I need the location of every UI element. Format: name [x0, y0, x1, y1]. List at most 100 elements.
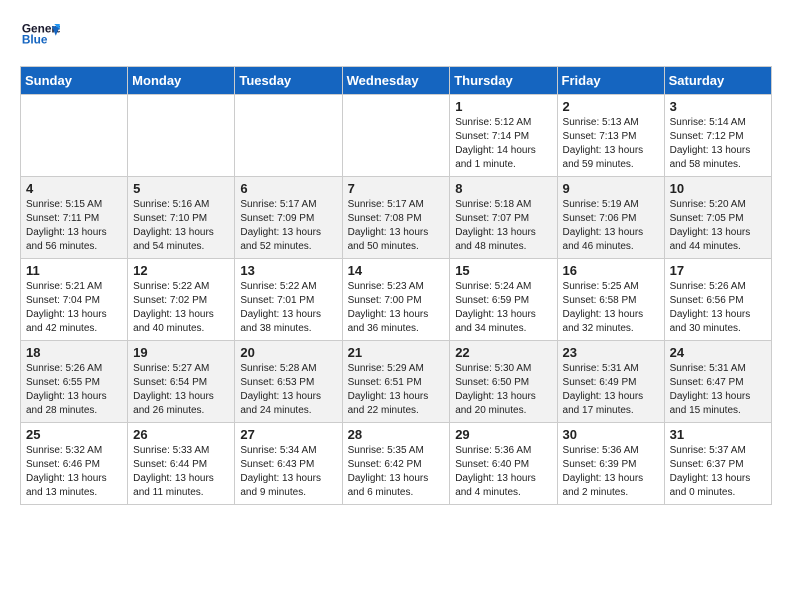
day-number: 23 — [563, 345, 659, 360]
day-detail: Sunrise: 5:28 AM Sunset: 6:53 PM Dayligh… — [240, 362, 336, 418]
day-detail: Sunrise: 5:26 AM Sunset: 6:55 PM Dayligh… — [26, 362, 122, 418]
day-cell: 28 Sunrise: 5:35 AM Sunset: 6:42 PM Dayli… — [342, 423, 450, 505]
day-detail: Sunrise: 5:32 AM Sunset: 6:46 PM Dayligh… — [26, 444, 122, 500]
day-detail: Sunrise: 5:17 AM Sunset: 7:08 PM Dayligh… — [348, 198, 445, 254]
day-cell: 14 Sunrise: 5:23 AM Sunset: 7:00 PM Dayli… — [342, 259, 450, 341]
day-number: 2 — [563, 99, 659, 114]
day-number: 15 — [455, 263, 551, 278]
day-detail: Sunrise: 5:31 AM Sunset: 6:49 PM Dayligh… — [563, 362, 659, 418]
header-saturday: Saturday — [664, 67, 771, 95]
week-row-2: 11 Sunrise: 5:21 AM Sunset: 7:04 PM Dayli… — [21, 259, 772, 341]
day-number: 3 — [670, 99, 766, 114]
day-cell: 5 Sunrise: 5:16 AM Sunset: 7:10 PM Daylig… — [128, 177, 235, 259]
day-number: 16 — [563, 263, 659, 278]
day-detail: Sunrise: 5:30 AM Sunset: 6:50 PM Dayligh… — [455, 362, 551, 418]
day-cell: 31Sunrise: 5:37 AM Sunset: 6:37 PM Dayli… — [664, 423, 771, 505]
header-monday: Monday — [128, 67, 235, 95]
day-detail: Sunrise: 5:13 AM Sunset: 7:13 PM Dayligh… — [563, 116, 659, 172]
logo-icon: General Blue — [20, 20, 60, 50]
day-number: 26 — [133, 427, 229, 442]
day-detail: Sunrise: 5:16 AM Sunset: 7:10 PM Dayligh… — [133, 198, 229, 254]
header-sunday: Sunday — [21, 67, 128, 95]
header-wednesday: Wednesday — [342, 67, 450, 95]
day-cell — [128, 95, 235, 177]
day-number: 28 — [348, 427, 445, 442]
day-number: 22 — [455, 345, 551, 360]
day-detail: Sunrise: 5:24 AM Sunset: 6:59 PM Dayligh… — [455, 280, 551, 336]
day-cell — [21, 95, 128, 177]
day-number: 5 — [133, 181, 229, 196]
day-cell: 15 Sunrise: 5:24 AM Sunset: 6:59 PM Dayli… — [450, 259, 557, 341]
day-number: 7 — [348, 181, 445, 196]
day-detail: Sunrise: 5:36 AM Sunset: 6:40 PM Dayligh… — [455, 444, 551, 500]
day-number: 9 — [563, 181, 659, 196]
day-detail: Sunrise: 5:22 AM Sunset: 7:02 PM Dayligh… — [133, 280, 229, 336]
day-cell: 16 Sunrise: 5:25 AM Sunset: 6:58 PM Dayli… — [557, 259, 664, 341]
day-detail: Sunrise: 5:19 AM Sunset: 7:06 PM Dayligh… — [563, 198, 659, 254]
day-number: 31 — [670, 427, 766, 442]
week-row-3: 18Sunrise: 5:26 AM Sunset: 6:55 PM Dayli… — [21, 341, 772, 423]
day-number: 8 — [455, 181, 551, 196]
day-cell: 26 Sunrise: 5:33 AM Sunset: 6:44 PM Dayli… — [128, 423, 235, 505]
day-detail: Sunrise: 5:20 AM Sunset: 7:05 PM Dayligh… — [670, 198, 766, 254]
day-number: 14 — [348, 263, 445, 278]
day-cell: 3 Sunrise: 5:14 AM Sunset: 7:12 PM Daylig… — [664, 95, 771, 177]
day-detail: Sunrise: 5:15 AM Sunset: 7:11 PM Dayligh… — [26, 198, 122, 254]
week-row-1: 4 Sunrise: 5:15 AM Sunset: 7:11 PM Daylig… — [21, 177, 772, 259]
day-cell: 21Sunrise: 5:29 AM Sunset: 6:51 PM Dayli… — [342, 341, 450, 423]
day-cell: 25 Sunrise: 5:32 AM Sunset: 6:46 PM Dayli… — [21, 423, 128, 505]
day-number: 6 — [240, 181, 336, 196]
day-number: 30 — [563, 427, 659, 442]
day-number: 1 — [455, 99, 551, 114]
day-cell: 13Sunrise: 5:22 AM Sunset: 7:01 PM Dayli… — [235, 259, 342, 341]
day-detail: Sunrise: 5:23 AM Sunset: 7:00 PM Dayligh… — [348, 280, 445, 336]
day-cell: 2 Sunrise: 5:13 AM Sunset: 7:13 PM Daylig… — [557, 95, 664, 177]
day-number: 29 — [455, 427, 551, 442]
day-cell: 6 Sunrise: 5:17 AM Sunset: 7:09 PM Daylig… — [235, 177, 342, 259]
day-cell: 17 Sunrise: 5:26 AM Sunset: 6:56 PM Dayli… — [664, 259, 771, 341]
header-row: SundayMondayTuesdayWednesdayThursdayFrid… — [21, 67, 772, 95]
day-cell: 20Sunrise: 5:28 AM Sunset: 6:53 PM Dayli… — [235, 341, 342, 423]
day-cell: 11 Sunrise: 5:21 AM Sunset: 7:04 PM Dayli… — [21, 259, 128, 341]
day-detail: Sunrise: 5:27 AM Sunset: 6:54 PM Dayligh… — [133, 362, 229, 418]
day-detail: Sunrise: 5:21 AM Sunset: 7:04 PM Dayligh… — [26, 280, 122, 336]
header-thursday: Thursday — [450, 67, 557, 95]
day-cell: 30 Sunrise: 5:36 AM Sunset: 6:39 PM Dayli… — [557, 423, 664, 505]
day-cell: 24Sunrise: 5:31 AM Sunset: 6:47 PM Dayli… — [664, 341, 771, 423]
day-detail: Sunrise: 5:29 AM Sunset: 6:51 PM Dayligh… — [348, 362, 445, 418]
day-number: 25 — [26, 427, 122, 442]
day-number: 13 — [240, 263, 336, 278]
day-number: 24 — [670, 345, 766, 360]
day-number: 19 — [133, 345, 229, 360]
day-number: 17 — [670, 263, 766, 278]
day-detail: Sunrise: 5:12 AM Sunset: 7:14 PM Dayligh… — [455, 116, 551, 172]
header-tuesday: Tuesday — [235, 67, 342, 95]
day-cell: 19 Sunrise: 5:27 AM Sunset: 6:54 PM Dayli… — [128, 341, 235, 423]
day-detail: Sunrise: 5:26 AM Sunset: 6:56 PM Dayligh… — [670, 280, 766, 336]
day-number: 4 — [26, 181, 122, 196]
day-cell: 9 Sunrise: 5:19 AM Sunset: 7:06 PM Daylig… — [557, 177, 664, 259]
day-number: 27 — [240, 427, 336, 442]
day-detail: Sunrise: 5:17 AM Sunset: 7:09 PM Dayligh… — [240, 198, 336, 254]
day-cell: 1 Sunrise: 5:12 AM Sunset: 7:14 PM Daylig… — [450, 95, 557, 177]
day-cell: 22 Sunrise: 5:30 AM Sunset: 6:50 PM Dayli… — [450, 341, 557, 423]
day-cell: 23 Sunrise: 5:31 AM Sunset: 6:49 PM Dayli… — [557, 341, 664, 423]
week-row-0: 1 Sunrise: 5:12 AM Sunset: 7:14 PM Daylig… — [21, 95, 772, 177]
day-cell: 7 Sunrise: 5:17 AM Sunset: 7:08 PM Daylig… — [342, 177, 450, 259]
day-cell: 4 Sunrise: 5:15 AM Sunset: 7:11 PM Daylig… — [21, 177, 128, 259]
header-friday: Friday — [557, 67, 664, 95]
day-detail: Sunrise: 5:33 AM Sunset: 6:44 PM Dayligh… — [133, 444, 229, 500]
day-cell: 18Sunrise: 5:26 AM Sunset: 6:55 PM Dayli… — [21, 341, 128, 423]
day-detail: Sunrise: 5:14 AM Sunset: 7:12 PM Dayligh… — [670, 116, 766, 172]
day-cell — [342, 95, 450, 177]
day-cell: 12 Sunrise: 5:22 AM Sunset: 7:02 PM Dayli… — [128, 259, 235, 341]
day-number: 12 — [133, 263, 229, 278]
day-detail: Sunrise: 5:18 AM Sunset: 7:07 PM Dayligh… — [455, 198, 551, 254]
logo: General Blue — [20, 20, 64, 50]
day-detail: Sunrise: 5:35 AM Sunset: 6:42 PM Dayligh… — [348, 444, 445, 500]
day-detail: Sunrise: 5:36 AM Sunset: 6:39 PM Dayligh… — [563, 444, 659, 500]
day-cell: 27Sunrise: 5:34 AM Sunset: 6:43 PM Dayli… — [235, 423, 342, 505]
day-number: 11 — [26, 263, 122, 278]
svg-text:Blue: Blue — [22, 33, 48, 47]
day-detail: Sunrise: 5:25 AM Sunset: 6:58 PM Dayligh… — [563, 280, 659, 336]
